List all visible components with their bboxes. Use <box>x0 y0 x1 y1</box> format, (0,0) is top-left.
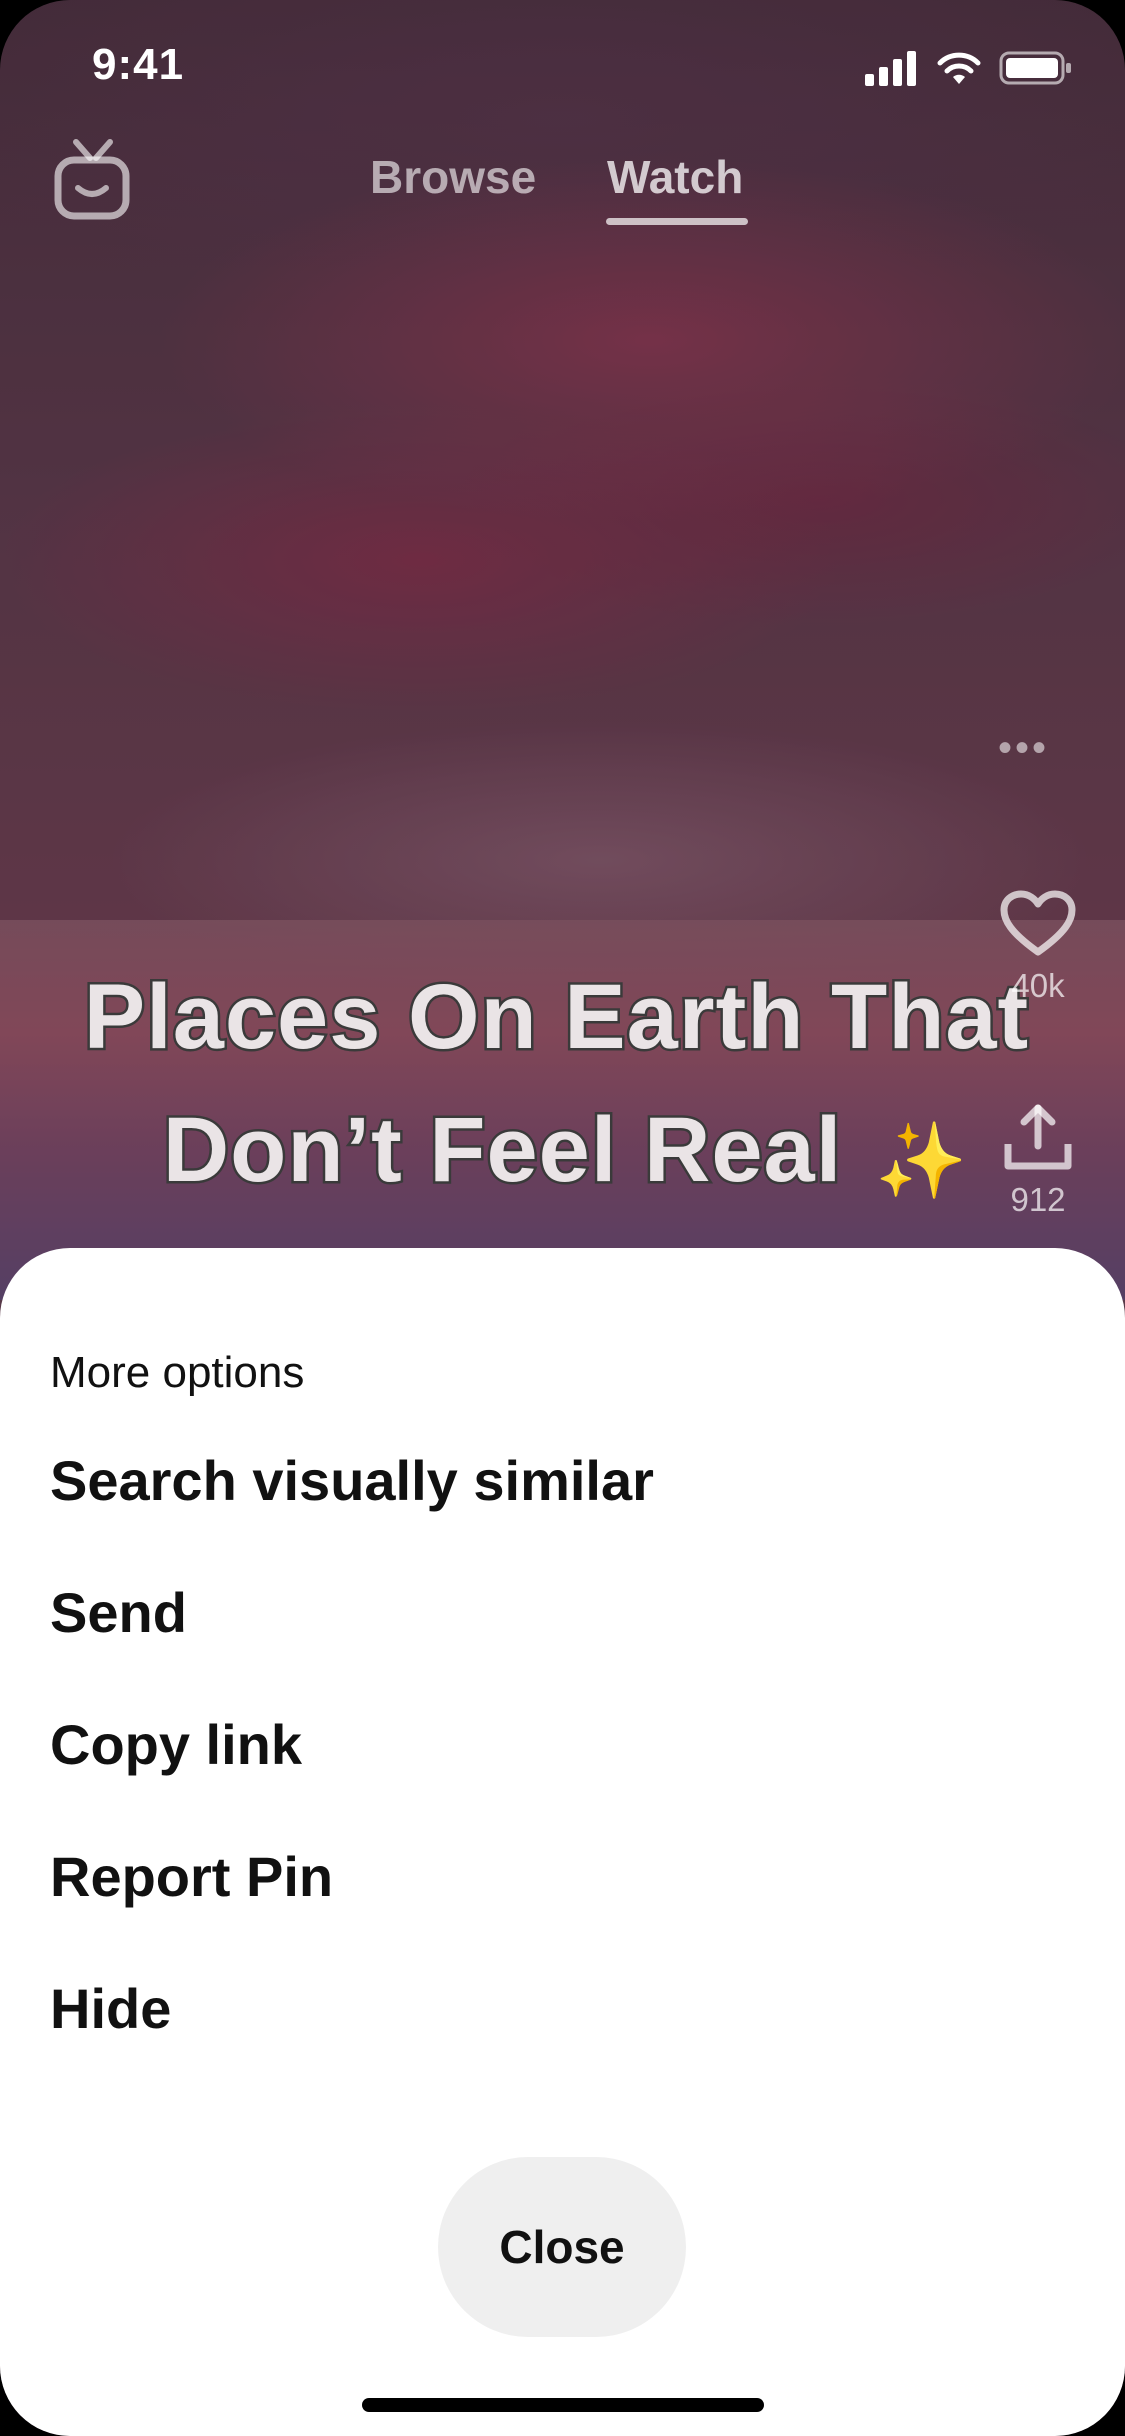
screen: 9:41 Browse Watch Places On Earth That D… <box>0 0 1125 2436</box>
menu-item-search-visually-similar[interactable]: Search visually similar <box>50 1448 654 1513</box>
status-icons <box>865 50 1073 91</box>
wifi-icon <box>935 50 983 91</box>
share-count: 912 <box>1010 1181 1066 1218</box>
like-count: 40k <box>1011 967 1065 1004</box>
menu-item-hide[interactable]: Hide <box>50 1976 171 2041</box>
menu-item-copy-link[interactable]: Copy link <box>50 1712 302 1777</box>
menu-item-send[interactable]: Send <box>50 1580 187 1645</box>
share-action[interactable]: 912 <box>973 1100 1103 1219</box>
status-bar: 9:41 <box>0 0 1125 130</box>
share-icon[interactable] <box>1002 1104 1074 1176</box>
like-action[interactable]: 40k <box>973 890 1103 1005</box>
heart-icon[interactable] <box>1000 890 1076 962</box>
video-caption-line1: Places On Earth That <box>81 964 1030 1071</box>
tab-browse[interactable]: Browse <box>370 150 536 204</box>
close-button[interactable]: Close <box>438 2157 686 2337</box>
status-time: 9:41 <box>92 40 185 89</box>
home-indicator <box>362 2398 764 2412</box>
battery-icon <box>999 50 1073 91</box>
tab-watch[interactable]: Watch <box>607 150 743 204</box>
top-nav: Browse Watch <box>0 130 1125 230</box>
sparkle-icon: ✨ <box>875 1119 968 1202</box>
active-tab-underline <box>606 218 748 225</box>
more-dots-icon[interactable]: ••• <box>998 726 1049 771</box>
menu-item-report-pin[interactable]: Report Pin <box>50 1844 333 1909</box>
signal-icon <box>865 50 919 91</box>
sheet-title: More options <box>50 1348 305 1397</box>
tv-icon[interactable] <box>52 138 132 227</box>
more-options-sheet: More options Search visually similar Sen… <box>0 1248 1125 2436</box>
